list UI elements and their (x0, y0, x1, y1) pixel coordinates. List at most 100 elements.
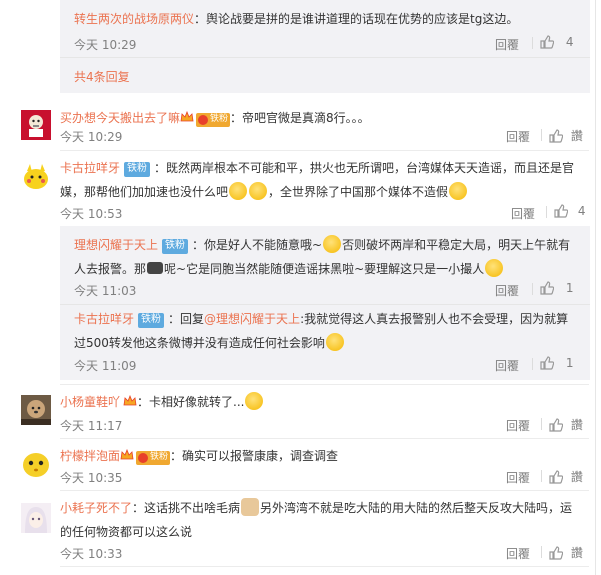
like-button[interactable]: 讚 (549, 468, 583, 485)
grin-emoji-icon (323, 235, 342, 253)
comment-body: 买办想今天搬出去了嘛 铁粉 ：帝吧官微是真滴8行。。。 (60, 107, 370, 129)
comment-text-line1b: 另外湾湾不就是吃大陆的用大陆的然后整天反攻大陆吗，运 (260, 501, 573, 515)
action-separator (541, 128, 542, 142)
action-separator (541, 469, 542, 483)
user-name-link[interactable]: 理想闪耀于天上 (74, 238, 158, 252)
fan-badge[interactable]: 铁粉 (196, 113, 231, 127)
colon: ： (168, 312, 181, 326)
like-button[interactable]: 1 (540, 356, 573, 370)
comment-time: 今天 11:09 (74, 359, 137, 373)
colon: ： (192, 238, 205, 252)
reply-button[interactable]: 回覆 (506, 545, 530, 562)
avatar[interactable] (21, 110, 51, 140)
like-label: 讚 (570, 470, 583, 484)
avatar[interactable] (21, 503, 51, 533)
action-separator (532, 36, 533, 50)
thumbs-up-icon (540, 281, 554, 295)
thumbs-up-icon (549, 418, 563, 432)
colon: ： (137, 395, 150, 409)
comment-text: 卡相好像就转了... (149, 395, 245, 409)
comment-text-line2a: 媒，那帮他们加加速也没什么吧 (60, 185, 229, 199)
user-name-link[interactable]: 卡古拉咩牙 (74, 312, 134, 326)
like-label: 讚 (570, 546, 583, 560)
colon: ： (230, 111, 243, 125)
fan-badge[interactable]: 铁粉 (162, 239, 189, 254)
reply-prefix: 回复 (180, 312, 205, 326)
colon: ： (194, 12, 207, 26)
comment-body: 小耗子死不了：这话挑不出啥毛病 另外湾湾不就是吃大陆的用大陆的然后整天反攻大陆吗，… (60, 497, 590, 543)
fan-badge[interactable]: 铁粉 (124, 162, 151, 177)
divider (60, 304, 590, 305)
like-count: 4 (577, 204, 586, 218)
user-name-link[interactable]: 转生两次的战场原两仪 (74, 12, 194, 26)
crown-icon (180, 111, 194, 122)
comment-text: 帝吧官微是真滴8行。。。 (242, 111, 370, 125)
like-button[interactable]: 讚 (549, 416, 583, 433)
like-button[interactable]: 4 (554, 204, 585, 218)
divider (60, 490, 589, 491)
comment-text-line2b: 呢~它是同胞当然能随便造谣抹黑啦~要理解这只是一小撮人 (164, 262, 485, 276)
thumbs-up-icon (554, 204, 568, 218)
user-name-link[interactable]: 卡古拉咩牙 (60, 161, 120, 175)
comment-time: 今天 10:29 (74, 38, 137, 52)
comment-list: 转生两次的战场原两仪：舆论战要是拼的是谁讲道理的话现在优势的应该是tg这边。 今… (0, 0, 596, 575)
user-name-link[interactable]: 柠檬拌泡面 (60, 449, 120, 463)
crown-icon (120, 449, 134, 460)
divider (60, 438, 589, 439)
reply-button[interactable]: 回覆 (495, 36, 519, 53)
sub-reply-box: 转生两次的战场原两仪：舆论战要是拼的是谁讲道理的话现在优势的应该是tg这边。 今… (60, 0, 590, 93)
comment-body: 卡古拉咩牙 铁粉 ：既然两岸根本不可能和平，拱火也无所谓吧，台湾媒体天天造谣，而且还… (60, 157, 590, 203)
user-name-link[interactable]: 小耗子死不了 (60, 501, 132, 515)
colon: ： (154, 161, 167, 175)
reply-button[interactable]: 回覆 (506, 128, 530, 145)
like-button[interactable]: 1 (540, 281, 573, 295)
avatar[interactable] (21, 395, 51, 425)
reply-button[interactable]: 回覆 (511, 205, 535, 222)
user-name-link[interactable]: 小杨童鞋吖 (60, 395, 120, 409)
smirk-emoji-icon (249, 182, 268, 200)
avatar[interactable] (21, 162, 51, 192)
avatar[interactable] (21, 449, 51, 479)
like-count: 1 (565, 356, 574, 370)
mention-link[interactable]: @理想闪耀于天上 (204, 312, 300, 326)
comment-time: 今天 10:35 (60, 471, 123, 485)
reply-button[interactable]: 回覆 (506, 469, 530, 486)
reply-button[interactable]: 回覆 (495, 282, 519, 299)
reply-button[interactable]: 回覆 (495, 357, 519, 374)
thumbs-up-icon (540, 356, 554, 370)
smirk-emoji-icon (245, 392, 264, 410)
fan-badge[interactable]: 铁粉 (138, 313, 165, 328)
like-button[interactable]: 讚 (549, 544, 583, 561)
comment-body: 转生两次的战场原两仪：舆论战要是拼的是谁讲道理的话现在优势的应该是tg这边。 (74, 8, 518, 30)
colon: ： (170, 449, 183, 463)
divider (60, 150, 589, 151)
comment-text-line2: 过500转发他这条微博并没有造成任何社会影响 (74, 336, 325, 350)
divider (60, 566, 589, 567)
action-separator (541, 417, 542, 431)
comment-body: 理想闪耀于天上 铁粉 ：你是好人不能随意哦~ 否则破坏两岸和平稳定大局，明天上午就有 … (74, 234, 584, 280)
like-button[interactable]: 4 (540, 35, 573, 49)
action-separator (546, 205, 547, 219)
smirk-emoji-icon (449, 182, 468, 200)
divider (60, 384, 589, 385)
comment-text: 舆论战要是拼的是谁讲道理的话现在优势的应该是tg这边。 (206, 12, 519, 26)
thumbs-up-icon (549, 546, 563, 560)
like-button[interactable]: 讚 (549, 127, 583, 144)
thumbs-up-icon (540, 35, 554, 49)
comment-text-line1: :我就觉得这人真去报警别人也不会受理，因为就算 (300, 312, 569, 326)
comment-body: 卡古拉咩牙 铁粉 ：回复@理想闪耀于天上:我就觉得这人真去报警别人也不会受理，因为就… (74, 308, 584, 354)
comment-text-line1a: 这话挑不出啥毛病 (144, 501, 241, 515)
comment-body: 小杨童鞋吖 ：卡相好像就转了... (60, 391, 264, 413)
fan-badge[interactable]: 铁粉 (136, 451, 171, 465)
more-replies-link[interactable]: 共4条回复 (74, 68, 130, 85)
comment-time: 今天 11:17 (60, 419, 123, 433)
reply-button[interactable]: 回覆 (506, 417, 530, 434)
like-count: 1 (565, 281, 574, 295)
smirk-emoji-icon (325, 333, 344, 351)
like-label: 讚 (570, 129, 583, 143)
action-separator (541, 545, 542, 559)
action-separator (532, 357, 533, 371)
divider (60, 57, 590, 58)
user-name-link[interactable]: 买办想今天搬出去了嘛 (60, 111, 180, 125)
comment-body: 柠檬拌泡面 铁粉 ：确实可以报警康康，调查调查 (60, 445, 338, 467)
